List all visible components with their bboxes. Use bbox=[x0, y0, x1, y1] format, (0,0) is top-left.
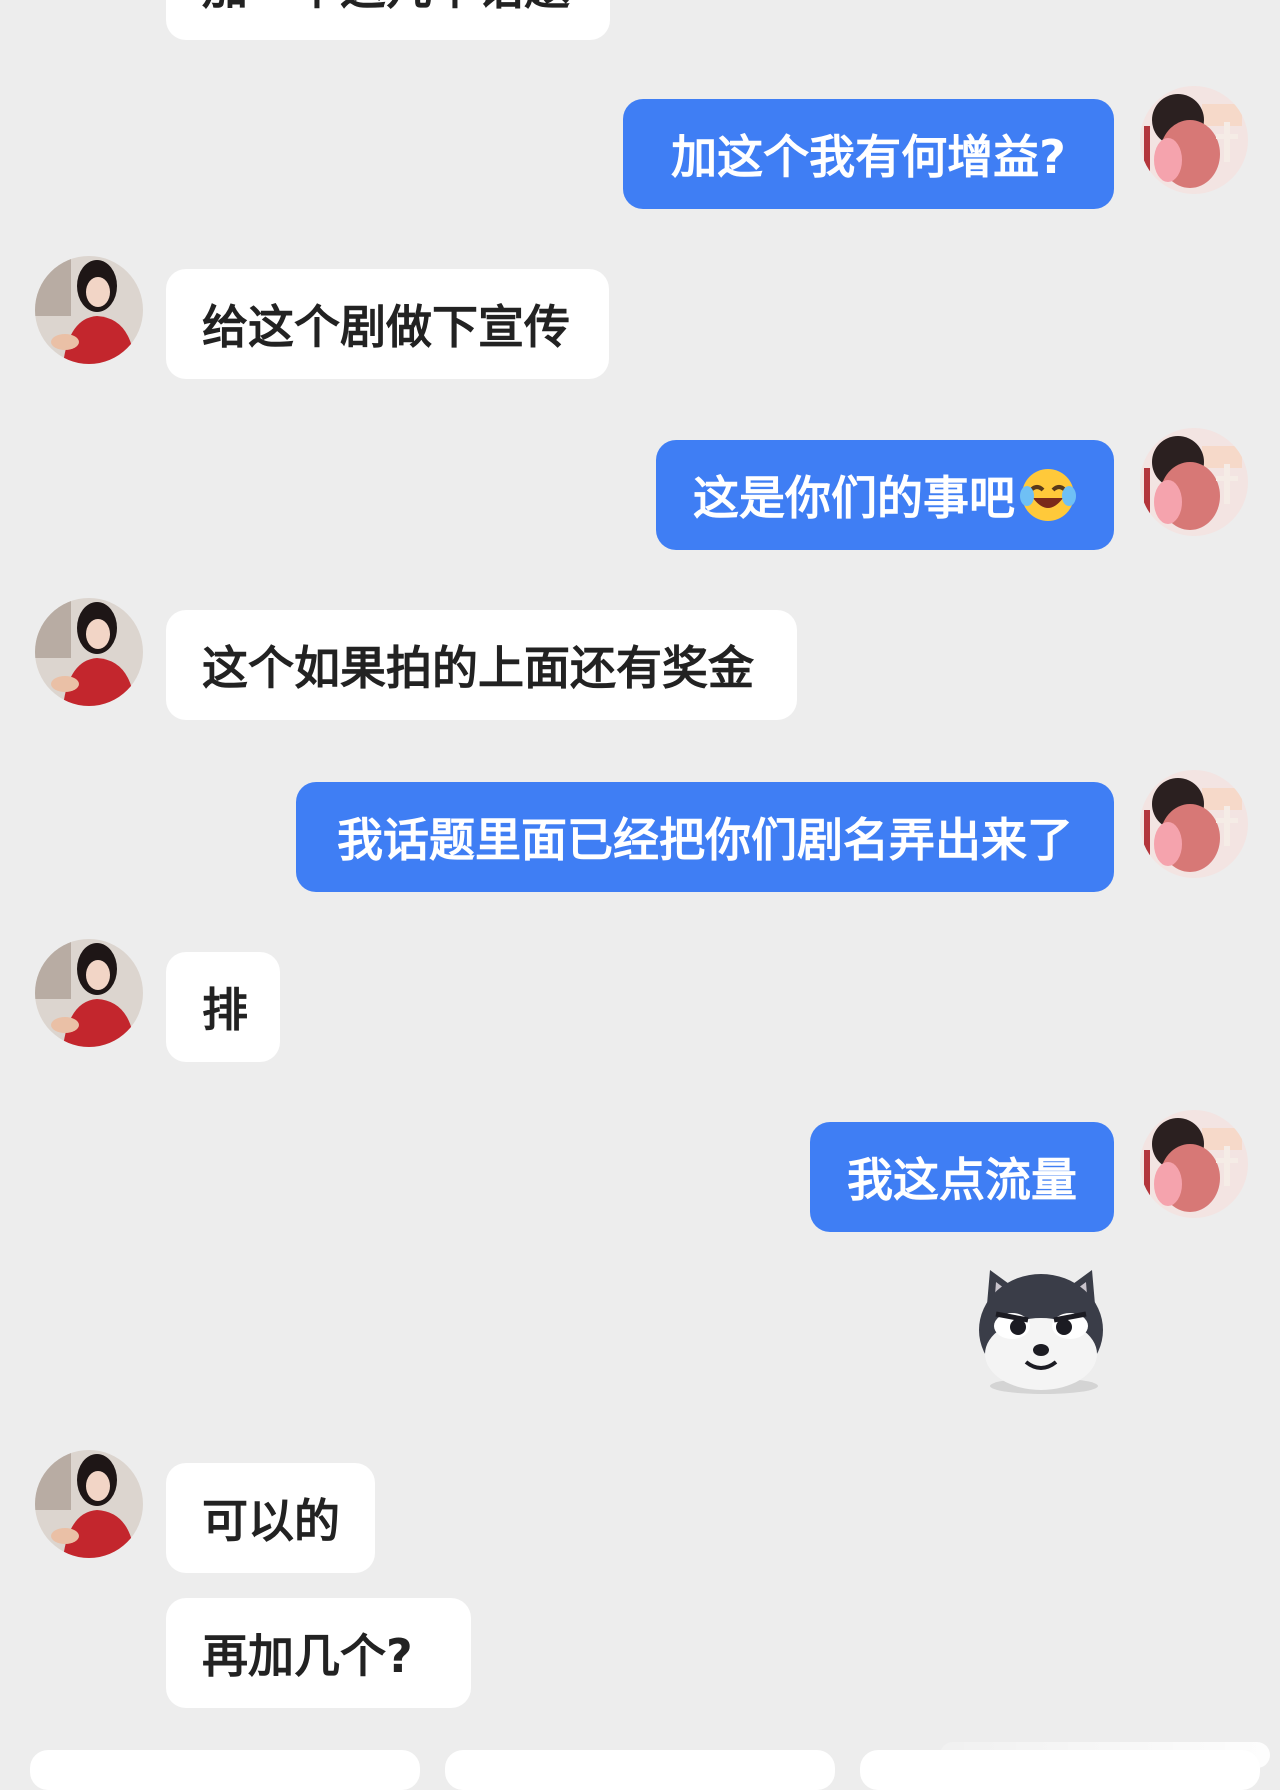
their-avatar[interactable] bbox=[35, 939, 143, 1047]
husky-dog-sticker[interactable] bbox=[968, 1258, 1114, 1402]
message-text: 再加几个? bbox=[202, 1629, 413, 1683]
woman-in-red-avatar-icon bbox=[35, 1450, 143, 1558]
their-avatar[interactable] bbox=[35, 256, 143, 364]
anime-man-avatar-icon bbox=[1140, 770, 1248, 878]
message-bubble-outgoing[interactable]: 这是你们的事吧 bbox=[656, 440, 1114, 550]
message-bubble-incoming[interactable]: 排 bbox=[166, 952, 280, 1062]
husky-dog-sticker-icon bbox=[979, 1270, 1103, 1394]
anime-man-avatar-icon bbox=[1140, 86, 1248, 194]
partial-row-item bbox=[30, 1750, 420, 1790]
partial-row-item bbox=[445, 1750, 835, 1790]
message-bubble-outgoing[interactable]: 我话题里面已经把你们剧名弄出来了 bbox=[296, 782, 1114, 892]
watermark bbox=[940, 1742, 1270, 1768]
message-bubble-incoming[interactable]: 可以的 bbox=[166, 1463, 375, 1573]
my-avatar[interactable] bbox=[1140, 770, 1248, 878]
message-bubble-outgoing[interactable]: 加这个我有何增益? bbox=[623, 99, 1114, 209]
anime-man-avatar-icon bbox=[1140, 1110, 1248, 1218]
laughing-crying-emoji-icon bbox=[1019, 466, 1077, 524]
chat-view[interactable]: 加一个这几个话题 加这个我有何增益? 给这个剧做下宣传 bbox=[0, 0, 1280, 1790]
woman-in-red-avatar-icon bbox=[35, 256, 143, 364]
message-text: 排 bbox=[202, 983, 248, 1037]
message-text: 给这个剧做下宣传 bbox=[202, 300, 570, 354]
woman-in-red-avatar-icon bbox=[35, 939, 143, 1047]
message-text: 加一个这几个话题 bbox=[202, 0, 570, 18]
message-bubble-incoming[interactable]: 这个如果拍的上面还有奖金 bbox=[166, 610, 797, 720]
my-avatar[interactable] bbox=[1140, 86, 1248, 194]
message-text: 这是你们的事吧 bbox=[693, 471, 1015, 525]
message-text: 我话题里面已经把你们剧名弄出来了 bbox=[337, 813, 1073, 867]
message-text: 这个如果拍的上面还有奖金 bbox=[202, 641, 754, 695]
woman-in-red-avatar-icon bbox=[35, 598, 143, 706]
their-avatar[interactable] bbox=[35, 1450, 143, 1558]
anime-man-avatar-icon bbox=[1140, 428, 1248, 536]
message-bubble-incoming[interactable]: 给这个剧做下宣传 bbox=[166, 269, 609, 379]
message-text: 加这个我有何增益? bbox=[671, 130, 1066, 184]
message-text: 我这点流量 bbox=[847, 1153, 1077, 1207]
message-bubble-incoming[interactable]: 加一个这几个话题 bbox=[166, 0, 610, 40]
message-bubble-incoming[interactable]: 再加几个? bbox=[166, 1598, 471, 1708]
my-avatar[interactable] bbox=[1140, 1110, 1248, 1218]
my-avatar[interactable] bbox=[1140, 428, 1248, 536]
their-avatar[interactable] bbox=[35, 598, 143, 706]
message-bubble-outgoing[interactable]: 我这点流量 bbox=[810, 1122, 1114, 1232]
message-text: 可以的 bbox=[202, 1494, 340, 1548]
